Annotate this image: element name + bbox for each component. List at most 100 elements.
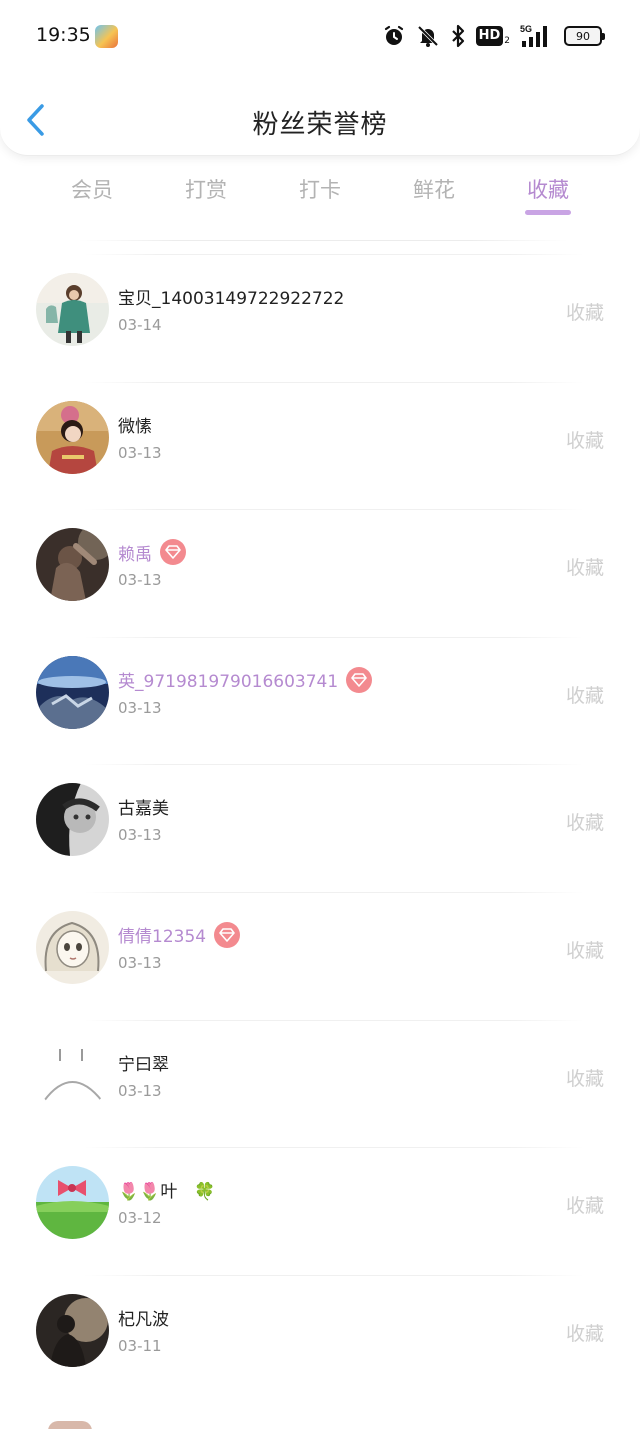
tab-reward[interactable]: 打赏 [151, 174, 261, 204]
network-label: 5G [520, 24, 532, 34]
dark-portrait-avatar [36, 528, 109, 602]
avatar[interactable] [36, 528, 109, 602]
tab-bar: 会员 打赏 打卡 鲜花 收藏 [0, 168, 640, 224]
line-face-avatar [36, 1038, 109, 1112]
status-icons: HD 2 5G 90 [382, 23, 605, 49]
user-name[interactable]: 宝贝_14003149722922722 [118, 284, 344, 309]
name-line: 🌷🌷叶 🍀 [118, 1177, 216, 1202]
list-item[interactable]: 杞凡波 03-11 收藏 [0, 1274, 640, 1403]
app-icon [95, 25, 118, 48]
avatar[interactable] [36, 910, 109, 984]
hd-icon: HD 2 [475, 26, 510, 46]
favorite-label: 收藏 [565, 939, 604, 962]
user-name[interactable]: 微愫 [118, 412, 152, 437]
nav-bar: 粉丝荣誉榜 [0, 88, 640, 152]
kimono-girl-avatar [36, 400, 109, 474]
row-date: 03-14 [118, 316, 162, 334]
row-date: 03-13 [118, 953, 162, 972]
mute-bell-icon [416, 24, 440, 48]
divider [84, 1019, 584, 1021]
row-date: 03-13 [118, 1081, 162, 1100]
active-tab-indicator [525, 210, 571, 215]
bw-portrait-avatar [36, 783, 109, 857]
bluetooth-icon [450, 24, 466, 48]
list-item[interactable]: 微愫 03-13 收藏 [0, 381, 640, 510]
favorite-label: 收藏 [565, 1322, 604, 1345]
vip-badge [346, 666, 373, 693]
list-item[interactable]: 倩倩12354 03-13 收藏 [0, 891, 640, 1020]
divider [84, 509, 584, 511]
user-name[interactable]: 宁曰翠 [118, 1050, 169, 1075]
name-line: 赖禹 [118, 539, 186, 566]
bow-meadow-avatar [36, 1166, 109, 1240]
status-time: 19:35 [36, 24, 91, 46]
name-line: 微愫 [118, 412, 152, 437]
user-name[interactable]: 英_97198197901660374​1 [118, 667, 338, 692]
avatar[interactable] [36, 1293, 109, 1367]
user-name[interactable]: 🌷🌷叶 🍀 [118, 1177, 216, 1202]
name-line: 倩倩12354 [118, 921, 241, 948]
avatar[interactable] [36, 655, 109, 729]
sunset-silhouette-avatar [36, 1293, 109, 1367]
avatar[interactable] [48, 1421, 92, 1429]
row-date: 03-13 [118, 826, 162, 845]
name-line: 宝贝_14003149722922722 [118, 284, 344, 309]
name-line: 古嘉美 [118, 794, 169, 819]
avatar[interactable] [36, 783, 109, 857]
user-name[interactable]: 杞凡波 [118, 1305, 169, 1330]
divider [84, 254, 584, 255]
tabs-divider [78, 240, 568, 241]
list-item[interactable]: 宝贝_14003149722922722 03-14 收藏 [0, 254, 640, 382]
tab-flowers[interactable]: 鲜花 [379, 174, 489, 204]
page-title: 粉丝荣誉榜 [252, 110, 388, 140]
vip-badge [214, 921, 241, 948]
row-date: 03-11 [118, 1336, 162, 1355]
favorite-label: 收藏 [565, 812, 604, 835]
row-date: 03-13 [118, 698, 162, 717]
diamond-icon [219, 928, 235, 942]
list-item[interactable]: 🌷🌷叶 🍀 03-12 收藏 [0, 1147, 640, 1275]
list-item[interactable]: 赖禹 03-13 收藏 [0, 509, 640, 637]
divider [84, 764, 584, 766]
anime-sketch-avatar [36, 910, 109, 984]
avatar[interactable] [36, 1166, 109, 1240]
tab-favorites[interactable]: 收藏 [493, 174, 603, 204]
divider [84, 1147, 584, 1149]
avatar[interactable] [36, 400, 109, 474]
diamond-icon [351, 672, 367, 687]
avatar[interactable] [36, 1038, 109, 1112]
divider [84, 381, 584, 383]
row-date: 03-13 [118, 443, 162, 462]
list-item[interactable]: 古嘉美 03-13 收藏 [0, 764, 640, 892]
alarm-icon [382, 24, 406, 48]
user-name[interactable]: 赖禹 [118, 540, 152, 565]
favorite-label: 收藏 [565, 1195, 604, 1218]
status-bar: 19:35 HD 2 5G 90 [0, 0, 640, 72]
diamond-icon [165, 545, 181, 559]
girl-green-coat-avatar [36, 273, 109, 346]
avatar[interactable] [36, 273, 109, 346]
name-line: 英_97198197901660374​1 [118, 666, 373, 693]
5g-signal-icon: 5G [520, 23, 554, 49]
row-date: 03-12 [118, 1209, 162, 1228]
name-line: 宁曰翠 [118, 1050, 169, 1075]
favorite-label: 收藏 [565, 302, 604, 324]
tab-checkin[interactable]: 打卡 [265, 174, 375, 204]
sea-rock-avatar [36, 655, 109, 729]
favorite-label: 收藏 [565, 1067, 604, 1090]
name-line: 杞凡波 [118, 1305, 169, 1330]
divider [84, 636, 584, 638]
divider [84, 891, 584, 893]
header-card: 19:35 HD 2 5G 90 粉丝荣誉榜 [0, 0, 640, 156]
favorite-label: 收藏 [565, 557, 604, 580]
list-item[interactable]: 英_97198197901660374​1 03-13 收藏 [0, 636, 640, 765]
divider [84, 1274, 584, 1276]
row-date: 03-13 [118, 571, 162, 590]
favorite-label: 收藏 [565, 429, 604, 452]
list-item[interactable]: 宁曰翠 03-13 收藏 [0, 1019, 640, 1148]
favorite-label: 收藏 [565, 684, 604, 707]
fan-list: 宝贝_14003149722922722 03-14 收藏 微愫 03-13 收… [0, 254, 640, 1402]
user-name[interactable]: 古嘉美 [118, 794, 169, 819]
tab-member[interactable]: 会员 [37, 174, 147, 204]
user-name[interactable]: 倩倩12354 [118, 922, 206, 947]
